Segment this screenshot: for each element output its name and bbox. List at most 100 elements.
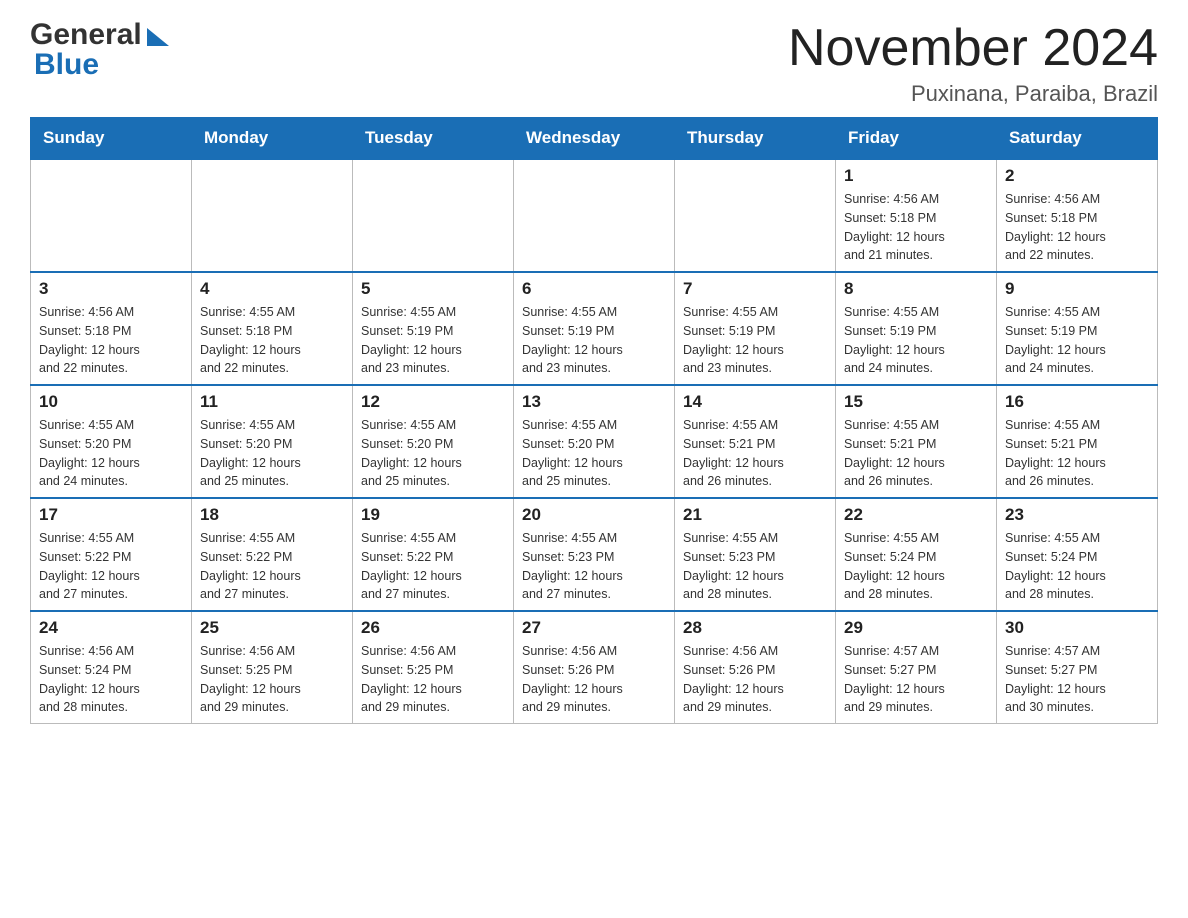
day-number: 4 — [200, 279, 344, 299]
day-number: 20 — [522, 505, 666, 525]
calendar-week-row: 3 Sunrise: 4:56 AMSunset: 5:18 PMDaylight… — [31, 272, 1158, 385]
weekday-header-thursday: Thursday — [675, 118, 836, 160]
day-info: Sunrise: 4:55 AMSunset: 5:19 PMDaylight:… — [522, 303, 666, 378]
day-number: 13 — [522, 392, 666, 412]
calendar-cell: 27 Sunrise: 4:56 AMSunset: 5:26 PMDayligh… — [514, 611, 675, 724]
day-info: Sunrise: 4:55 AMSunset: 5:19 PMDaylight:… — [1005, 303, 1149, 378]
day-number: 28 — [683, 618, 827, 638]
day-number: 7 — [683, 279, 827, 299]
calendar-cell: 15 Sunrise: 4:55 AMSunset: 5:21 PMDayligh… — [836, 385, 997, 498]
day-info: Sunrise: 4:55 AMSunset: 5:21 PMDaylight:… — [1005, 416, 1149, 491]
day-info: Sunrise: 4:57 AMSunset: 5:27 PMDaylight:… — [844, 642, 988, 717]
day-number: 21 — [683, 505, 827, 525]
day-number: 26 — [361, 618, 505, 638]
logo-arrow-icon — [147, 28, 169, 46]
calendar-cell: 5 Sunrise: 4:55 AMSunset: 5:19 PMDaylight… — [353, 272, 514, 385]
calendar-cell — [514, 159, 675, 272]
calendar-week-row: 17 Sunrise: 4:55 AMSunset: 5:22 PMDayligh… — [31, 498, 1158, 611]
day-number: 5 — [361, 279, 505, 299]
calendar-cell — [31, 159, 192, 272]
day-info: Sunrise: 4:56 AMSunset: 5:18 PMDaylight:… — [39, 303, 183, 378]
weekday-header-tuesday: Tuesday — [353, 118, 514, 160]
day-info: Sunrise: 4:55 AMSunset: 5:19 PMDaylight:… — [844, 303, 988, 378]
day-info: Sunrise: 4:56 AMSunset: 5:26 PMDaylight:… — [522, 642, 666, 717]
day-number: 14 — [683, 392, 827, 412]
day-info: Sunrise: 4:55 AMSunset: 5:20 PMDaylight:… — [200, 416, 344, 491]
calendar-cell: 1 Sunrise: 4:56 AMSunset: 5:18 PMDaylight… — [836, 159, 997, 272]
weekday-header-sunday: Sunday — [31, 118, 192, 160]
title-area: November 2024 Puxinana, Paraiba, Brazil — [788, 20, 1158, 107]
day-number: 6 — [522, 279, 666, 299]
day-number: 29 — [844, 618, 988, 638]
weekday-header-wednesday: Wednesday — [514, 118, 675, 160]
day-info: Sunrise: 4:56 AMSunset: 5:18 PMDaylight:… — [844, 190, 988, 265]
calendar-cell: 12Sunrise: 4:55 AMSunset: 5:20 PMDayligh… — [353, 385, 514, 498]
weekday-header-saturday: Saturday — [997, 118, 1158, 160]
day-info: Sunrise: 4:55 AMSunset: 5:24 PMDaylight:… — [844, 529, 988, 604]
day-number: 3 — [39, 279, 183, 299]
day-number: 16 — [1005, 392, 1149, 412]
calendar-cell: 20Sunrise: 4:55 AMSunset: 5:23 PMDayligh… — [514, 498, 675, 611]
day-number: 15 — [844, 392, 988, 412]
day-number: 30 — [1005, 618, 1149, 638]
calendar-cell — [675, 159, 836, 272]
day-number: 24 — [39, 618, 183, 638]
calendar-cell — [192, 159, 353, 272]
weekday-header-monday: Monday — [192, 118, 353, 160]
calendar-cell: 16 Sunrise: 4:55 AMSunset: 5:21 PMDayligh… — [997, 385, 1158, 498]
day-info: Sunrise: 4:55 AMSunset: 5:20 PMDaylight:… — [522, 416, 666, 491]
day-info: Sunrise: 4:57 AMSunset: 5:27 PMDaylight:… — [1005, 642, 1149, 717]
calendar-cell: 18 Sunrise: 4:55 AMSunset: 5:22 PMDayligh… — [192, 498, 353, 611]
day-number: 10 — [39, 392, 183, 412]
day-info: Sunrise: 4:56 AMSunset: 5:25 PMDaylight:… — [200, 642, 344, 717]
day-info: Sunrise: 4:55 AMSunset: 5:24 PMDaylight:… — [1005, 529, 1149, 604]
day-info: Sunrise: 4:55 AMSunset: 5:20 PMDaylight:… — [39, 416, 183, 491]
calendar-cell: 22 Sunrise: 4:55 AMSunset: 5:24 PMDayligh… — [836, 498, 997, 611]
calendar-week-row: 1 Sunrise: 4:56 AMSunset: 5:18 PMDaylight… — [31, 159, 1158, 272]
day-info: Sunrise: 4:55 AMSunset: 5:23 PMDaylight:… — [683, 529, 827, 604]
calendar-cell: 23Sunrise: 4:55 AMSunset: 5:24 PMDayligh… — [997, 498, 1158, 611]
logo-general-text: General — [30, 20, 142, 50]
calendar-cell: 7 Sunrise: 4:55 AMSunset: 5:19 PMDaylight… — [675, 272, 836, 385]
day-info: Sunrise: 4:55 AMSunset: 5:22 PMDaylight:… — [39, 529, 183, 604]
day-number: 17 — [39, 505, 183, 525]
logo: General Blue — [30, 20, 169, 80]
weekday-header-friday: Friday — [836, 118, 997, 160]
calendar-cell: 17 Sunrise: 4:55 AMSunset: 5:22 PMDayligh… — [31, 498, 192, 611]
day-number: 1 — [844, 166, 988, 186]
day-number: 2 — [1005, 166, 1149, 186]
calendar-cell: 13 Sunrise: 4:55 AMSunset: 5:20 PMDayligh… — [514, 385, 675, 498]
day-number: 9 — [1005, 279, 1149, 299]
day-info: Sunrise: 4:55 AMSunset: 5:21 PMDaylight:… — [683, 416, 827, 491]
calendar-title: November 2024 — [788, 20, 1158, 77]
day-info: Sunrise: 4:56 AMSunset: 5:26 PMDaylight:… — [683, 642, 827, 717]
day-number: 25 — [200, 618, 344, 638]
day-number: 8 — [844, 279, 988, 299]
day-info: Sunrise: 4:55 AMSunset: 5:22 PMDaylight:… — [361, 529, 505, 604]
calendar-cell: 30 Sunrise: 4:57 AMSunset: 5:27 PMDayligh… — [997, 611, 1158, 724]
calendar-cell: 14 Sunrise: 4:55 AMSunset: 5:21 PMDayligh… — [675, 385, 836, 498]
calendar-week-row: 10 Sunrise: 4:55 AMSunset: 5:20 PMDayligh… — [31, 385, 1158, 498]
calendar-cell: 3 Sunrise: 4:56 AMSunset: 5:18 PMDaylight… — [31, 272, 192, 385]
calendar-cell: 28 Sunrise: 4:56 AMSunset: 5:26 PMDayligh… — [675, 611, 836, 724]
day-info: Sunrise: 4:55 AMSunset: 5:21 PMDaylight:… — [844, 416, 988, 491]
calendar-cell: 9 Sunrise: 4:55 AMSunset: 5:19 PMDaylight… — [997, 272, 1158, 385]
calendar-cell: 19Sunrise: 4:55 AMSunset: 5:22 PMDayligh… — [353, 498, 514, 611]
day-number: 27 — [522, 618, 666, 638]
calendar-cell — [353, 159, 514, 272]
calendar-cell: 2Sunrise: 4:56 AMSunset: 5:18 PMDaylight… — [997, 159, 1158, 272]
day-info: Sunrise: 4:55 AMSunset: 5:22 PMDaylight:… — [200, 529, 344, 604]
calendar-cell: 21 Sunrise: 4:55 AMSunset: 5:23 PMDayligh… — [675, 498, 836, 611]
calendar-cell: 4Sunrise: 4:55 AMSunset: 5:18 PMDaylight… — [192, 272, 353, 385]
day-number: 22 — [844, 505, 988, 525]
day-info: Sunrise: 4:55 AMSunset: 5:19 PMDaylight:… — [683, 303, 827, 378]
calendar-cell: 25 Sunrise: 4:56 AMSunset: 5:25 PMDayligh… — [192, 611, 353, 724]
calendar-week-row: 24Sunrise: 4:56 AMSunset: 5:24 PMDayligh… — [31, 611, 1158, 724]
calendar-cell: 26 Sunrise: 4:56 AMSunset: 5:25 PMDayligh… — [353, 611, 514, 724]
day-info: Sunrise: 4:55 AMSunset: 5:19 PMDaylight:… — [361, 303, 505, 378]
calendar-cell: 8 Sunrise: 4:55 AMSunset: 5:19 PMDaylight… — [836, 272, 997, 385]
day-number: 18 — [200, 505, 344, 525]
day-number: 12 — [361, 392, 505, 412]
header: General Blue November 2024 Puxinana, Par… — [30, 20, 1158, 107]
day-info: Sunrise: 4:56 AMSunset: 5:25 PMDaylight:… — [361, 642, 505, 717]
